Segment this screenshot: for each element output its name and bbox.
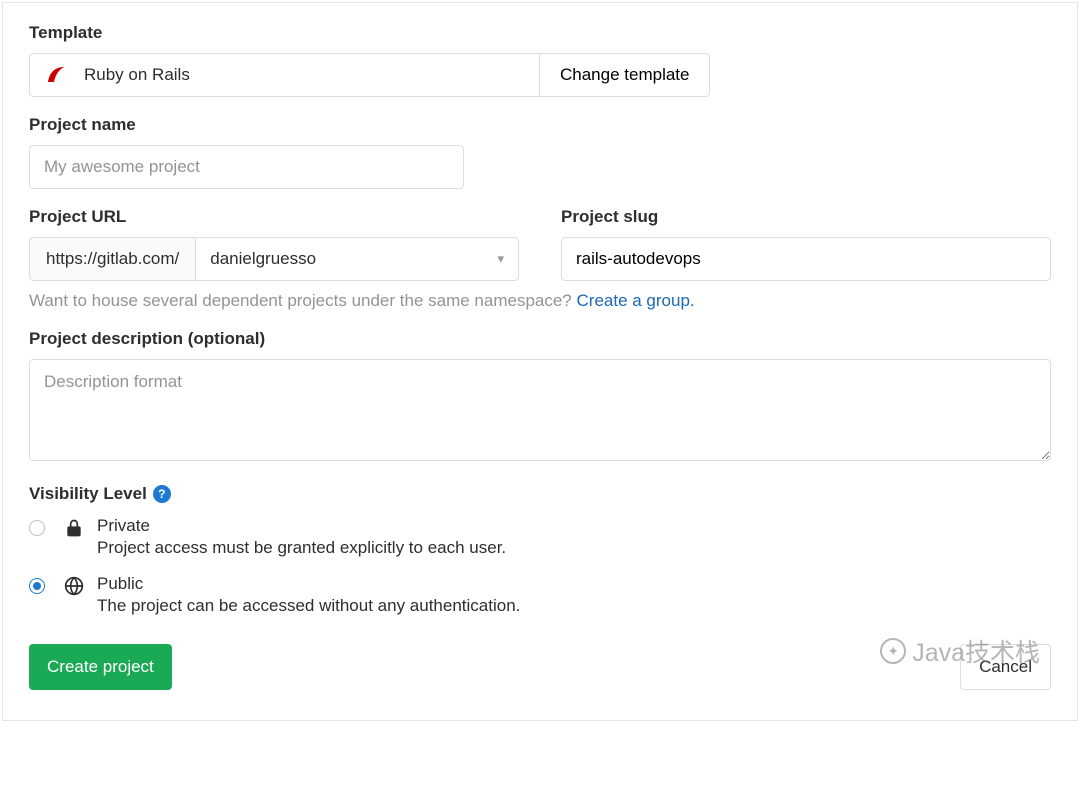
visibility-private-title: Private [97, 516, 1051, 536]
new-project-form: Template Ruby on Rails Change template P… [2, 2, 1078, 721]
globe-icon [63, 575, 85, 597]
visibility-public-desc: The project can be accessed without any … [97, 596, 1051, 616]
template-selected: Ruby on Rails [29, 53, 539, 97]
description-label: Project description (optional) [29, 329, 1051, 349]
ruby-on-rails-icon [46, 63, 70, 87]
visibility-label-row: Visibility Level ? [29, 484, 1051, 504]
change-template-button[interactable]: Change template [539, 53, 710, 97]
template-selected-name: Ruby on Rails [84, 65, 190, 85]
project-url-input-group: https://gitlab.com/ danielgruesso ▾ [29, 237, 519, 281]
namespace-hint: Want to house several dependent projects… [29, 291, 1051, 311]
template-row: Ruby on Rails Change template [29, 53, 1051, 97]
project-url-prefix: https://gitlab.com/ [29, 237, 195, 281]
create-project-button[interactable]: Create project [29, 644, 172, 690]
help-icon[interactable]: ? [153, 485, 171, 503]
visibility-group: Visibility Level ? Private Project acces… [29, 484, 1051, 616]
visibility-option-public[interactable]: Public The project can be accessed witho… [29, 574, 1051, 616]
lock-icon [63, 517, 85, 539]
project-name-input[interactable] [29, 145, 464, 189]
template-group: Template Ruby on Rails Change template [29, 23, 1051, 97]
button-row: Create project Cancel [29, 644, 1051, 690]
description-group: Project description (optional) [29, 329, 1051, 466]
project-name-label: Project name [29, 115, 1051, 135]
radio-private[interactable] [29, 520, 45, 536]
visibility-label: Visibility Level [29, 484, 147, 504]
visibility-public-title: Public [97, 574, 1051, 594]
project-url-slug-group: Project URL https://gitlab.com/ danielgr… [29, 207, 1051, 311]
template-label: Template [29, 23, 1051, 43]
create-group-link[interactable]: Create a group. [577, 291, 695, 310]
visibility-public-content: Public The project can be accessed witho… [97, 574, 1051, 616]
namespace-hint-text: Want to house several dependent projects… [29, 291, 577, 310]
visibility-private-desc: Project access must be granted explicitl… [97, 538, 1051, 558]
visibility-option-private[interactable]: Private Project access must be granted e… [29, 516, 1051, 558]
cancel-button[interactable]: Cancel [960, 644, 1051, 690]
project-name-group: Project name [29, 115, 1051, 189]
namespace-select[interactable]: danielgruesso ▾ [195, 237, 519, 281]
description-input[interactable] [29, 359, 1051, 461]
project-slug-input[interactable] [561, 237, 1051, 281]
project-url-col: Project URL https://gitlab.com/ danielgr… [29, 207, 519, 281]
project-slug-col: Project slug [561, 207, 1051, 281]
chevron-down-icon: ▾ [497, 251, 504, 267]
namespace-selected: danielgruesso [210, 249, 316, 269]
project-url-label: Project URL [29, 207, 519, 227]
visibility-private-content: Private Project access must be granted e… [97, 516, 1051, 558]
project-slug-label: Project slug [561, 207, 1051, 227]
radio-public[interactable] [29, 578, 45, 594]
